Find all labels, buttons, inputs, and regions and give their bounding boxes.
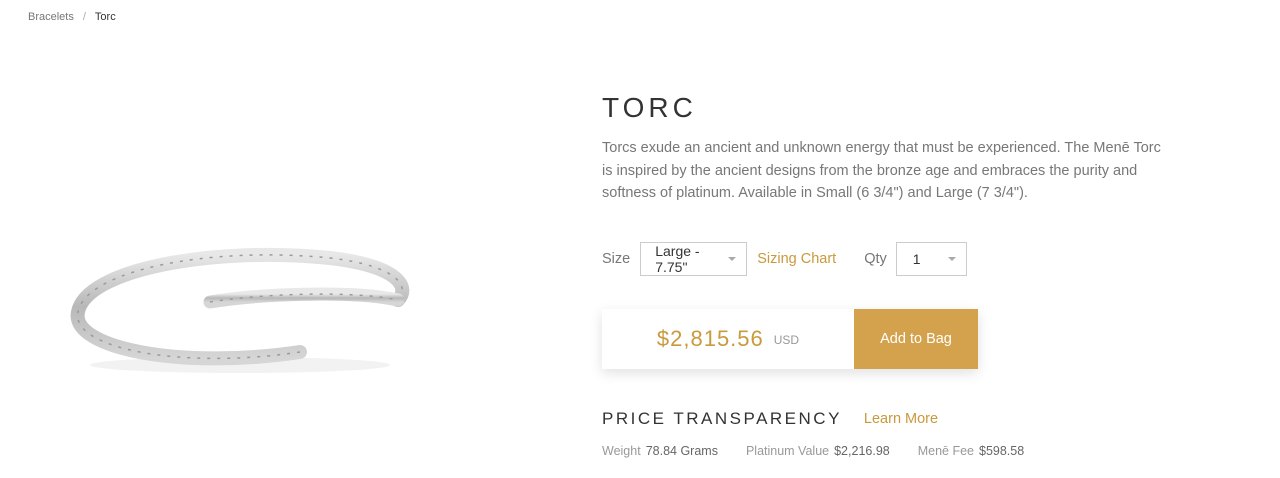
chevron-down-icon [947, 257, 956, 261]
metric-weight: Weight 78.84 Grams [602, 444, 718, 458]
bracelet-image [70, 247, 410, 373]
metric-value: $598.58 [979, 444, 1025, 458]
product-title: TORC [602, 92, 697, 123]
sizing-chart-link[interactable]: Sizing Chart [757, 251, 836, 267]
metric-mene-fee: Menē Fee $598.58 [918, 444, 1024, 458]
price-transparency-heading: PRICE TRANSPARENCY [602, 409, 842, 428]
product-description: Torcs exude an ancient and unknown energ… [602, 140, 1161, 201]
metric-label: Menē Fee [917, 444, 974, 458]
qty-select-value: 1 [912, 251, 921, 267]
breadcrumb-link-bracelets[interactable]: Bracelets [28, 11, 74, 23]
purchase-box: $2,815.56 USD Add to Bag [602, 309, 978, 369]
metric-value: 78.84 Grams [645, 444, 718, 458]
size-label: Size [602, 251, 631, 267]
chevron-down-icon [728, 257, 737, 261]
metric-label: Weight [602, 444, 641, 458]
size-select[interactable]: Large - 7.75" [640, 242, 748, 276]
qty-label: Qty [864, 251, 887, 267]
price-metrics: Weight 78.84 Grams Platinum Value $2,216… [602, 444, 1052, 458]
learn-more-link[interactable]: Learn More [864, 411, 938, 427]
product-options: Size Large - 7.75" Sizing Chart Qty 1 [602, 242, 967, 276]
product-price: $2,815.56 [656, 326, 764, 351]
breadcrumb: Bracelets / Torc [28, 11, 116, 23]
metric-value: $2,216.98 [834, 444, 890, 458]
qty-select[interactable]: 1 [895, 242, 967, 276]
metric-platinum-value: Platinum Value $2,216.98 [746, 444, 890, 458]
product-image-torc-bracelet[interactable] [60, 230, 420, 390]
price-transparency: PRICE TRANSPARENCY Learn More [602, 409, 938, 429]
size-select-value: Large - 7.75" [655, 243, 700, 275]
breadcrumb-current: Torc [94, 11, 116, 23]
price-currency: USD [773, 333, 800, 347]
add-to-bag-button[interactable]: Add to Bag [854, 309, 978, 369]
price-area: $2,815.56 USD [602, 309, 854, 369]
metric-label: Platinum Value [745, 444, 830, 458]
breadcrumb-separator: / [82, 11, 86, 23]
